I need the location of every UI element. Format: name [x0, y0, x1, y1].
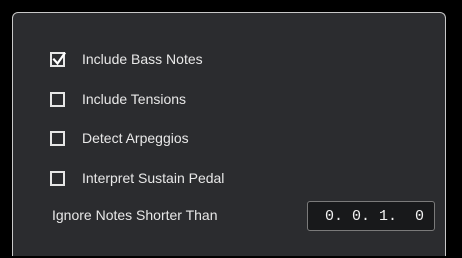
ignore-notes-shorter-than-field[interactable]: 0. 0. 1. 0: [307, 201, 435, 231]
include-tensions-option[interactable]: Include Tensions: [50, 89, 186, 109]
ignore-notes-shorter-than-label: Ignore Notes Shorter Than: [52, 207, 218, 223]
include-tensions-label: Include Tensions: [82, 91, 187, 107]
chord-detection-options-panel: Include Bass Notes Include Tensions Dete…: [12, 12, 446, 256]
include-tensions-checkbox[interactable]: [50, 91, 65, 107]
detect-arpeggios-option[interactable]: Detect Arpeggios: [50, 128, 189, 148]
detect-arpeggios-checkbox[interactable]: [50, 130, 65, 146]
interpret-sustain-pedal-option[interactable]: Interpret Sustain Pedal: [50, 168, 224, 188]
include-bass-notes-option[interactable]: Include Bass Notes: [50, 49, 203, 69]
check-icon: [52, 51, 67, 65]
include-bass-notes-checkbox[interactable]: [50, 51, 67, 67]
interpret-sustain-pedal-label: Interpret Sustain Pedal: [82, 170, 225, 186]
include-bass-notes-label: Include Bass Notes: [82, 51, 203, 67]
interpret-sustain-pedal-checkbox[interactable]: [50, 170, 65, 186]
detect-arpeggios-label: Detect Arpeggios: [82, 130, 189, 146]
